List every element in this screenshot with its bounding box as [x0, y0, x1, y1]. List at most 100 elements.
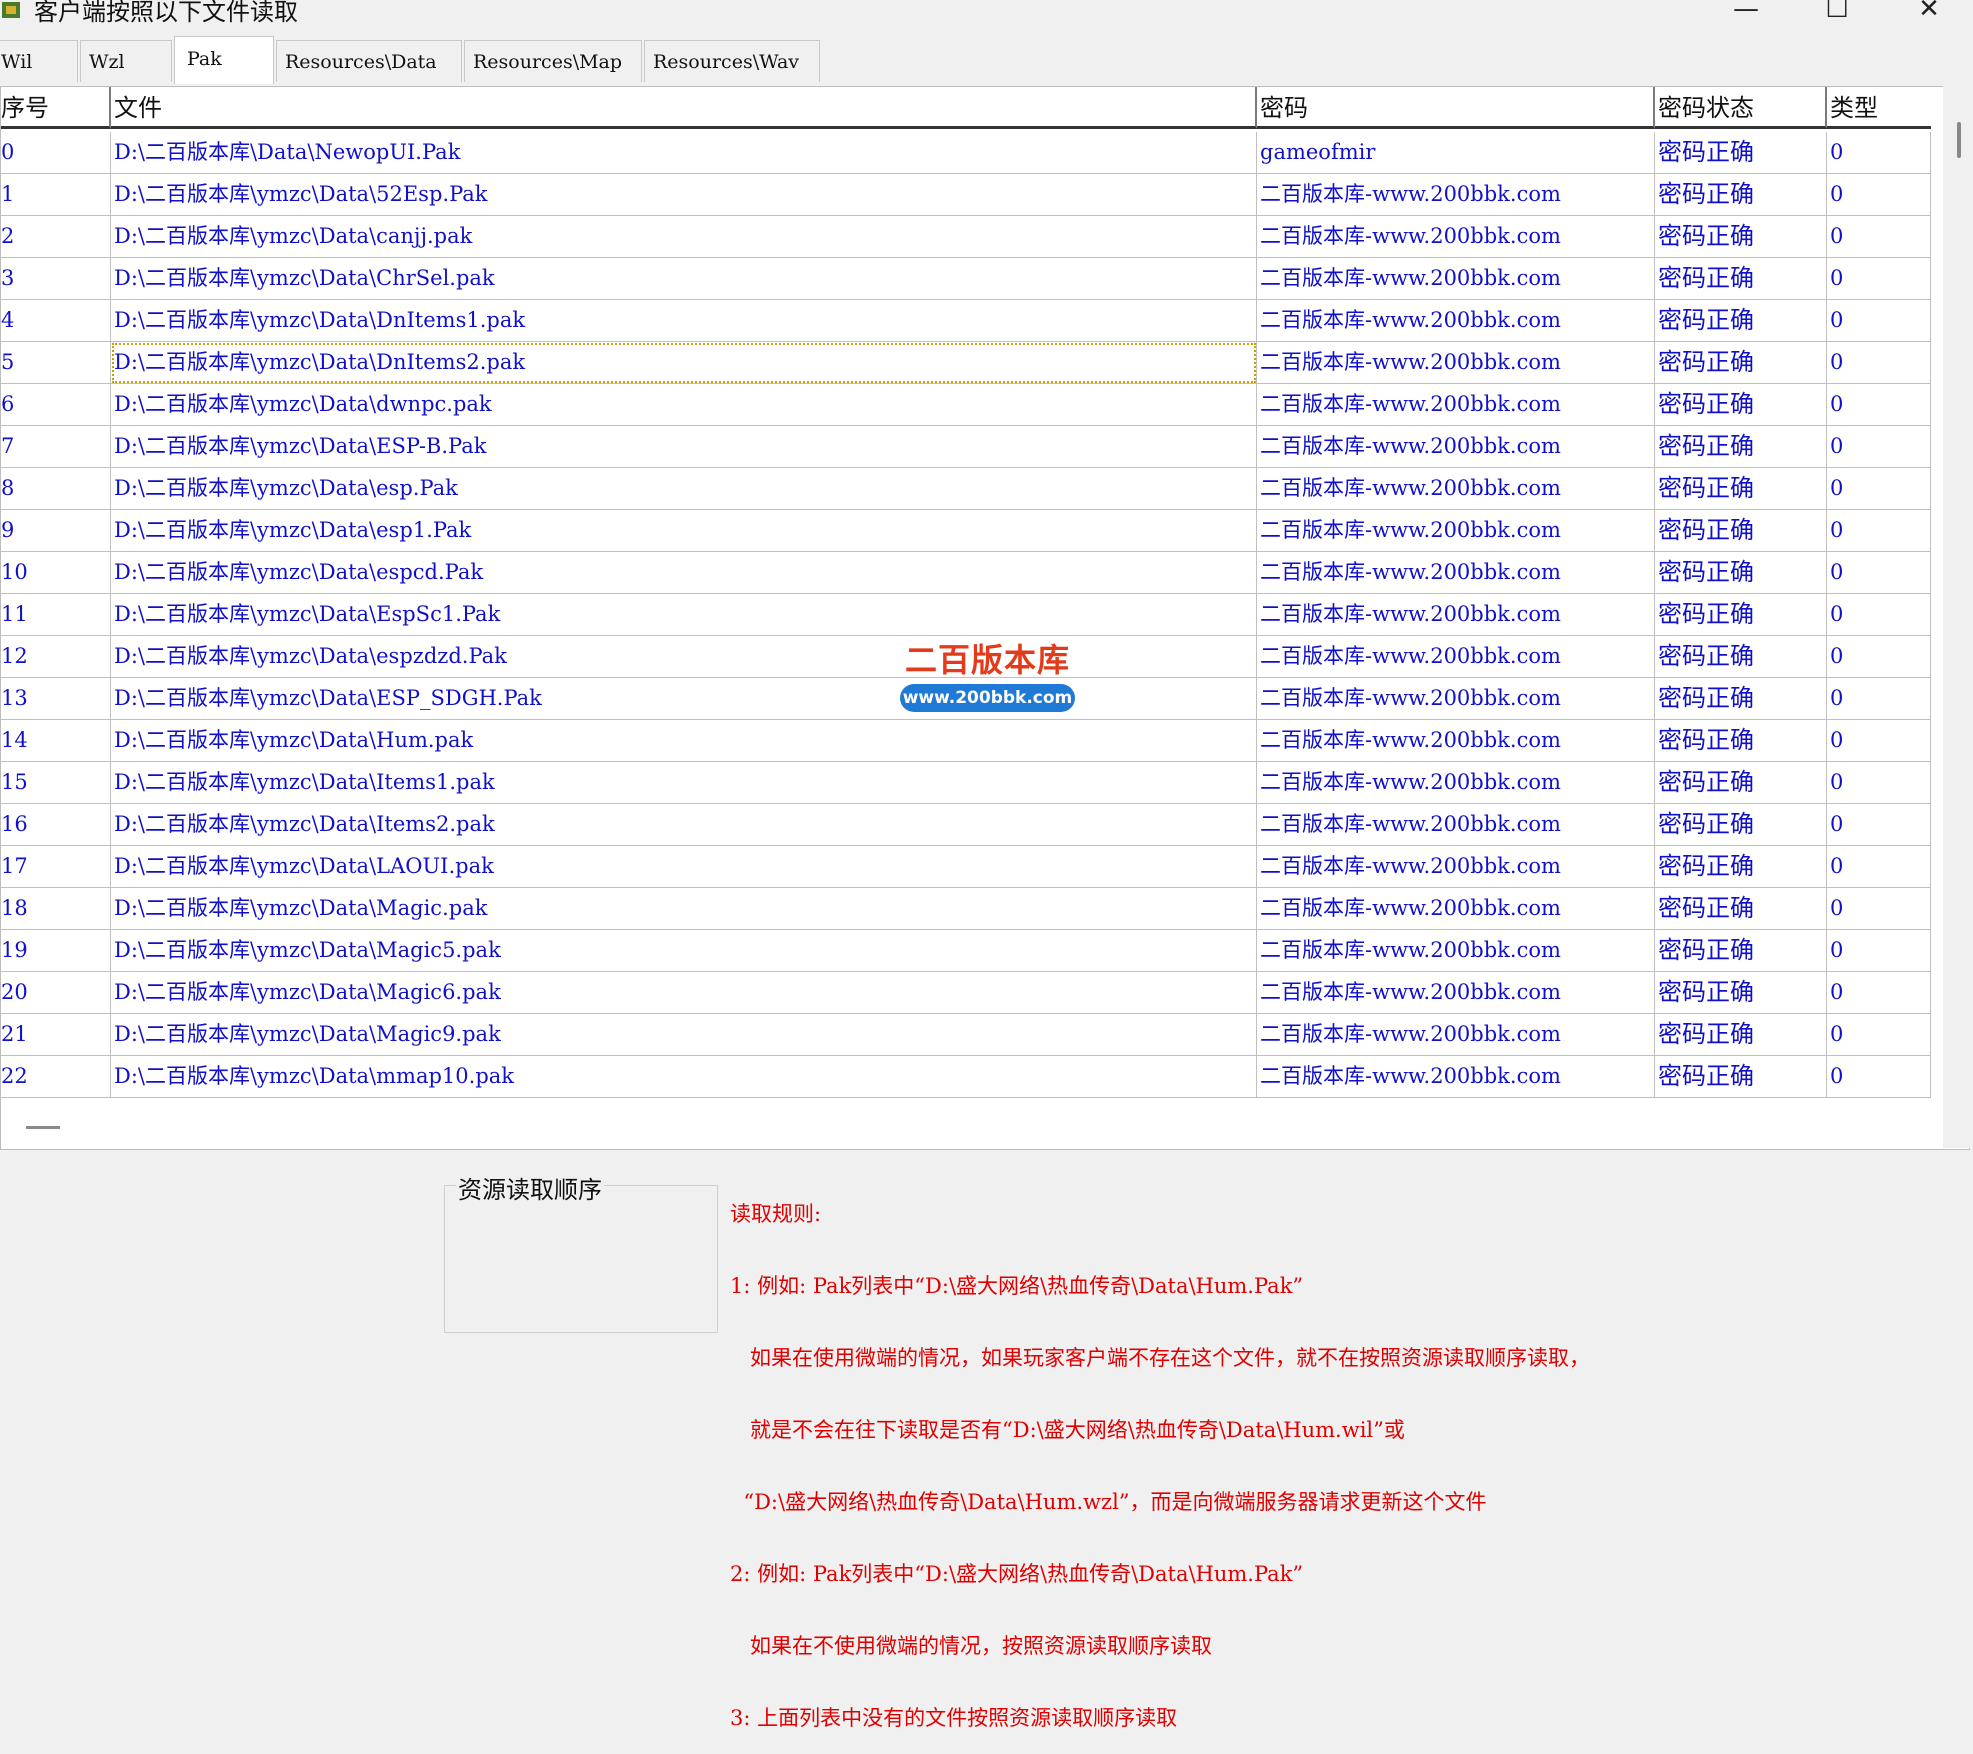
table-row[interactable]: 9 D:\二百版本库\ymzc\Data\esp1.Pak 二百版本库-www.20…: [1, 510, 1931, 552]
cell-status[interactable]: 密码正确: [1655, 720, 1827, 762]
cell-status[interactable]: 密码正确: [1655, 384, 1827, 426]
resource-order-list[interactable]: [444, 1185, 718, 1333]
cell-status[interactable]: 密码正确: [1655, 426, 1827, 468]
cell-index[interactable]: 17: [1, 846, 111, 888]
table-row[interactable]: 2 D:\二百版本库\ymzc\Data\canjj.pak 二百版本库-www.2…: [1, 216, 1931, 258]
table-row[interactable]: 21 D:\二百版本库\ymzc\Data\Magic9.pak 二百版本库-www…: [1, 1014, 1931, 1056]
vertical-scrollbar[interactable]: [1943, 86, 1973, 1148]
cell-file[interactable]: D:\二百版本库\ymzc\Data\Magic5.pak: [111, 930, 1257, 972]
cell-file[interactable]: D:\二百版本库\ymzc\Data\52Esp.Pak: [111, 174, 1257, 216]
cell-type[interactable]: 0: [1827, 468, 1931, 510]
cell-password[interactable]: 二百版本库-www.200bbk.com: [1257, 594, 1655, 636]
cell-status[interactable]: 密码正确: [1655, 300, 1827, 342]
cell-file[interactable]: D:\二百版本库\ymzc\Data\Magic.pak: [111, 888, 1257, 930]
cell-type[interactable]: 0: [1827, 720, 1931, 762]
cell-file[interactable]: D:\二百版本库\ymzc\Data\DnItems1.pak: [111, 300, 1257, 342]
cell-status[interactable]: 密码正确: [1655, 216, 1827, 258]
cell-type[interactable]: 0: [1827, 972, 1931, 1014]
cell-index[interactable]: 9: [1, 510, 111, 552]
cell-file[interactable]: D:\二百版本库\ymzc\Data\LAOUI.pak: [111, 846, 1257, 888]
cell-file[interactable]: D:\二百版本库\ymzc\Data\EspSc1.Pak: [111, 594, 1257, 636]
cell-status[interactable]: 密码正确: [1655, 132, 1827, 174]
cell-file[interactable]: D:\二百版本库\ymzc\Data\esp1.Pak: [111, 510, 1257, 552]
cell-type[interactable]: 0: [1827, 132, 1931, 174]
cell-index[interactable]: 3: [1, 258, 111, 300]
cell-index[interactable]: 10: [1, 552, 111, 594]
cell-password[interactable]: 二百版本库-www.200bbk.com: [1257, 468, 1655, 510]
cell-type[interactable]: 0: [1827, 762, 1931, 804]
column-header-type[interactable]: 类型: [1827, 87, 1931, 129]
cell-password[interactable]: 二百版本库-www.200bbk.com: [1257, 384, 1655, 426]
cell-file[interactable]: D:\二百版本库\ymzc\Data\Magic9.pak: [111, 1014, 1257, 1056]
cell-type[interactable]: 0: [1827, 426, 1931, 468]
cell-status[interactable]: 密码正确: [1655, 552, 1827, 594]
cell-type[interactable]: 0: [1827, 594, 1931, 636]
horizontal-scrollbar-thumb[interactable]: [26, 1126, 60, 1129]
cell-password[interactable]: 二百版本库-www.200bbk.com: [1257, 762, 1655, 804]
table-row[interactable]: 22 D:\二百版本库\ymzc\Data\mmap10.pak 二百版本库-www…: [1, 1056, 1931, 1098]
cell-type[interactable]: 0: [1827, 678, 1931, 720]
cell-index[interactable]: 21: [1, 1014, 111, 1056]
cell-file[interactable]: D:\二百版本库\ymzc\Data\ESP-B.Pak: [111, 426, 1257, 468]
close-button[interactable]: ✕: [1909, 0, 1949, 24]
cell-index[interactable]: 14: [1, 720, 111, 762]
cell-type[interactable]: 0: [1827, 552, 1931, 594]
cell-status[interactable]: 密码正确: [1655, 258, 1827, 300]
cell-type[interactable]: 0: [1827, 1056, 1931, 1098]
table-row[interactable]: 6 D:\二百版本库\ymzc\Data\dwnpc.pak 二百版本库-www.2…: [1, 384, 1931, 426]
cell-status[interactable]: 密码正确: [1655, 1014, 1827, 1056]
cell-index[interactable]: 16: [1, 804, 111, 846]
cell-file[interactable]: D:\二百版本库\ymzc\Data\ESP_SDGH.Pak: [111, 678, 1257, 720]
table-row[interactable]: 4 D:\二百版本库\ymzc\Data\DnItems1.pak 二百版本库-ww…: [1, 300, 1931, 342]
table-row[interactable]: 14 D:\二百版本库\ymzc\Data\Hum.pak 二百版本库-www.20…: [1, 720, 1931, 762]
cell-password[interactable]: 二百版本库-www.200bbk.com: [1257, 636, 1655, 678]
cell-status[interactable]: 密码正确: [1655, 762, 1827, 804]
column-header-status[interactable]: 密码状态: [1655, 87, 1827, 129]
cell-status[interactable]: 密码正确: [1655, 1056, 1827, 1098]
cell-password[interactable]: 二百版本库-www.200bbk.com: [1257, 426, 1655, 468]
cell-password[interactable]: 二百版本库-www.200bbk.com: [1257, 930, 1655, 972]
tab-wil[interactable]: Wil: [0, 40, 78, 82]
cell-file[interactable]: D:\二百版本库\ymzc\Data\Hum.pak: [111, 720, 1257, 762]
cell-status[interactable]: 密码正确: [1655, 342, 1827, 384]
cell-type[interactable]: 0: [1827, 300, 1931, 342]
cell-password[interactable]: 二百版本库-www.200bbk.com: [1257, 258, 1655, 300]
cell-file[interactable]: D:\二百版本库\Data\NewopUI.Pak: [111, 132, 1257, 174]
cell-file[interactable]: D:\二百版本库\ymzc\Data\Items1.pak: [111, 762, 1257, 804]
cell-status[interactable]: 密码正确: [1655, 930, 1827, 972]
cell-password[interactable]: 二百版本库-www.200bbk.com: [1257, 1014, 1655, 1056]
cell-index[interactable]: 12: [1, 636, 111, 678]
file-grid[interactable]: 序号 文件 密码 密码状态 类型 0 D:\二百版本库\Data\NewopUI.…: [0, 86, 1970, 1150]
cell-index[interactable]: 22: [1, 1056, 111, 1098]
table-row[interactable]: 19 D:\二百版本库\ymzc\Data\Magic5.pak 二百版本库-www…: [1, 930, 1931, 972]
cell-password[interactable]: 二百版本库-www.200bbk.com: [1257, 720, 1655, 762]
cell-password[interactable]: 二百版本库-www.200bbk.com: [1257, 174, 1655, 216]
cell-file[interactable]: D:\二百版本库\ymzc\Data\esp.Pak: [111, 468, 1257, 510]
cell-index[interactable]: 13: [1, 678, 111, 720]
cell-type[interactable]: 0: [1827, 174, 1931, 216]
cell-status[interactable]: 密码正确: [1655, 888, 1827, 930]
cell-index[interactable]: 19: [1, 930, 111, 972]
cell-status[interactable]: 密码正确: [1655, 468, 1827, 510]
cell-password[interactable]: 二百版本库-www.200bbk.com: [1257, 552, 1655, 594]
cell-type[interactable]: 0: [1827, 846, 1931, 888]
cell-status[interactable]: 密码正确: [1655, 972, 1827, 1014]
cell-index[interactable]: 20: [1, 972, 111, 1014]
cell-index[interactable]: 5: [1, 342, 111, 384]
table-row[interactable]: 15 D:\二百版本库\ymzc\Data\Items1.pak 二百版本库-www…: [1, 762, 1931, 804]
tab-resources-wav[interactable]: Resources\Wav: [644, 40, 820, 82]
cell-status[interactable]: 密码正确: [1655, 636, 1827, 678]
table-row[interactable]: 3 D:\二百版本库\ymzc\Data\ChrSel.pak 二百版本库-www.…: [1, 258, 1931, 300]
cell-status[interactable]: 密码正确: [1655, 846, 1827, 888]
cell-file[interactable]: D:\二百版本库\ymzc\Data\mmap10.pak: [111, 1056, 1257, 1098]
table-row[interactable]: 18 D:\二百版本库\ymzc\Data\Magic.pak 二百版本库-www.…: [1, 888, 1931, 930]
cell-type[interactable]: 0: [1827, 930, 1931, 972]
cell-type[interactable]: 0: [1827, 888, 1931, 930]
cell-file[interactable]: D:\二百版本库\ymzc\Data\espcd.Pak: [111, 552, 1257, 594]
table-row[interactable]: 20 D:\二百版本库\ymzc\Data\Magic6.pak 二百版本库-www…: [1, 972, 1931, 1014]
cell-index[interactable]: 2: [1, 216, 111, 258]
minimize-button[interactable]: —: [1726, 0, 1766, 24]
table-row[interactable]: 0 D:\二百版本库\Data\NewopUI.Pak gameofmir 密码正确 0: [1, 132, 1931, 174]
tab-resources-data[interactable]: Resources\Data: [276, 40, 462, 82]
cell-file[interactable]: D:\二百版本库\ymzc\Data\dwnpc.pak: [111, 384, 1257, 426]
